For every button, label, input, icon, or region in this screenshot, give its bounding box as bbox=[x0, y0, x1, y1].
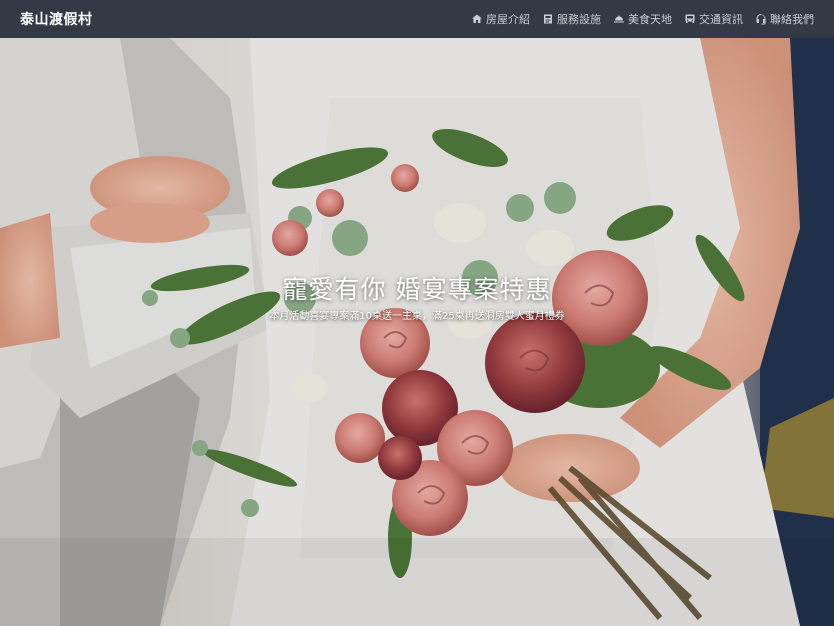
nav-item-label: 房屋介紹 bbox=[486, 13, 530, 26]
nav-item-label: 美食天地 bbox=[628, 13, 672, 26]
top-navbar: 泰山渡假村 房屋介紹 服務設施 美食天地 交通資訊 聯絡我們 bbox=[0, 0, 834, 38]
hero-subtitle: 本月活動喜宴專案滿10桌送一主桌，滿25桌再送洞房雙人蜜月禮券 bbox=[269, 311, 565, 322]
nav-item-label: 服務設施 bbox=[557, 13, 601, 26]
nav-item-rooms[interactable]: 房屋介紹 bbox=[471, 11, 530, 27]
nav-item-facilities[interactable]: 服務設施 bbox=[542, 11, 601, 27]
headset-icon bbox=[756, 14, 766, 25]
nav-item-label: 聯絡我們 bbox=[770, 13, 814, 26]
hero-overlay bbox=[0, 38, 834, 626]
hero-banner bbox=[0, 38, 834, 626]
nav-item-dining[interactable]: 美食天地 bbox=[613, 11, 672, 27]
house-icon bbox=[472, 14, 482, 23]
nav-item-contact[interactable]: 聯絡我們 bbox=[755, 11, 814, 27]
bus-icon bbox=[685, 14, 695, 23]
nav-item-transport[interactable]: 交通資訊 bbox=[684, 11, 743, 27]
site-logo[interactable]: 泰山渡假村 bbox=[20, 9, 93, 29]
dish-icon bbox=[614, 15, 624, 23]
nav-item-label: 交通資訊 bbox=[699, 13, 743, 26]
main-menu: 房屋介紹 服務設施 美食天地 交通資訊 聯絡我們 bbox=[471, 11, 814, 27]
hero-title: 寵愛有你 婚宴專案特惠 bbox=[282, 275, 552, 304]
id-card-icon bbox=[544, 14, 552, 24]
